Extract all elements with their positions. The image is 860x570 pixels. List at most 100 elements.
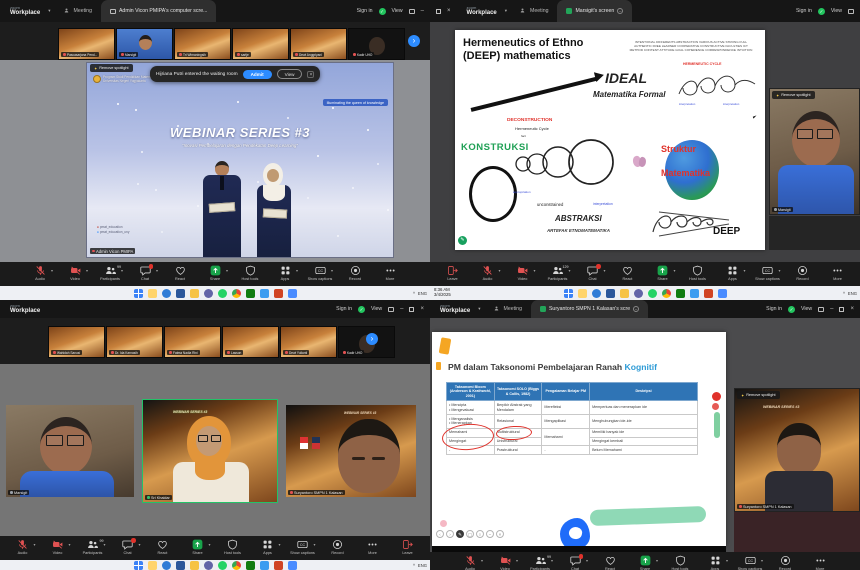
audio-button[interactable]: Audio▾ — [10, 539, 36, 555]
share-button[interactable]: Share▾ — [632, 555, 658, 570]
presentation-control-button[interactable]: − — [486, 530, 494, 538]
taskbar-clock[interactable]: 8:36 AM3/4/2025 — [434, 286, 451, 300]
chevron-up-icon[interactable]: ▾ — [331, 268, 333, 273]
participant-thumbnail[interactable]: Kadir UHO — [348, 28, 405, 60]
system-tray[interactable]: ^ENG — [413, 286, 427, 300]
whatsapp-icon[interactable] — [648, 289, 657, 298]
view-button[interactable]: View — [831, 8, 842, 14]
more-button[interactable]: More — [360, 539, 386, 555]
video-button[interactable]: Video▾ — [45, 539, 71, 555]
video-button[interactable]: Video▾ — [492, 555, 518, 570]
file-explorer-icon[interactable] — [148, 289, 157, 298]
react-button[interactable]: React — [615, 265, 641, 281]
chat-button[interactable]: Chat▾ — [115, 539, 141, 555]
chevron-up-icon[interactable]: ▾ — [481, 558, 483, 563]
chevron-up-icon[interactable]: ▾ — [673, 268, 675, 273]
chevron-up-icon[interactable]: ▾ — [33, 542, 35, 547]
presentation-control-button[interactable]: ○ — [476, 530, 484, 538]
captions-button[interactable]: CCShow captions▾ — [307, 265, 333, 281]
chevron-up-icon[interactable]: ▾ — [86, 268, 88, 273]
audio-button[interactable]: Audio▾ — [457, 555, 483, 570]
folder-icon[interactable] — [190, 289, 199, 298]
chevron-up-icon[interactable]: ▾ — [568, 268, 570, 273]
tab-shared-screen[interactable]: Admin Vicon PMIPA's computer scre... — [101, 0, 216, 22]
chevron-down-icon[interactable]: ▾ — [478, 306, 480, 312]
participant-thumbnail[interactable]: Wahidah Sanusi — [48, 326, 105, 358]
leave-button[interactable]: Leave — [395, 539, 421, 555]
zoom-app-icon[interactable] — [288, 289, 297, 298]
chevron-up-icon[interactable]: ▾ — [516, 558, 518, 563]
participants-button[interactable]: Participants▾99 — [527, 555, 553, 570]
record-button[interactable]: Record — [772, 555, 798, 570]
minimize-button[interactable]: – — [421, 8, 424, 14]
maximize-button[interactable] — [436, 9, 441, 14]
xbox-icon[interactable] — [246, 289, 255, 298]
participant-thumbnail[interactable]: Tri Wirnaningsih — [174, 28, 231, 60]
chevron-up-icon[interactable]: ▾ — [778, 268, 780, 273]
chevron-up-icon[interactable]: ▾ — [68, 542, 70, 547]
presentation-control-button[interactable]: › — [446, 530, 454, 538]
chrome-icon[interactable] — [232, 561, 241, 570]
chevron-up-icon[interactable]: ▾ — [726, 558, 728, 563]
video-button[interactable]: Video▾ — [510, 265, 536, 281]
presentation-control-button[interactable]: ▢ — [466, 530, 474, 538]
close-button[interactable]: × — [420, 306, 424, 312]
participant-thumbnail[interactable]: Lasson — [222, 326, 279, 358]
view-button[interactable]: View — [392, 8, 403, 14]
close-tab-icon[interactable]: − — [633, 306, 639, 312]
photos-icon[interactable] — [690, 289, 699, 298]
sign-in-link[interactable]: Sign in — [796, 8, 812, 14]
participant-thumbnail[interactable]: Dr. Ida Karnasih — [106, 326, 163, 358]
participants-button[interactable]: Participants▾99 — [97, 265, 123, 281]
chevron-up-icon[interactable]: ▾ — [296, 268, 298, 273]
system-tray[interactable]: ^ENG — [843, 286, 857, 300]
participants-button[interactable]: Participants▾129 — [545, 265, 571, 281]
zoom-app-icon[interactable] — [288, 561, 297, 570]
chevron-up-icon[interactable]: ▾ — [156, 268, 158, 273]
close-tab-icon[interactable]: − — [617, 8, 623, 14]
chrome-icon[interactable] — [232, 289, 241, 298]
powerpoint-icon[interactable] — [274, 561, 283, 570]
maximize-button[interactable] — [839, 307, 844, 312]
next-page-arrow-button[interactable]: › — [366, 333, 378, 345]
more-button[interactable]: More — [825, 265, 851, 281]
participants-button[interactable]: Participants▾99 — [80, 539, 106, 555]
remove-spotlight-button[interactable]: ✦ Remove spotlight — [772, 91, 815, 99]
share-button[interactable]: Share▾ — [650, 265, 676, 281]
apps-button[interactable]: Apps▾ — [702, 555, 728, 570]
view-button[interactable]: View — [801, 306, 812, 312]
xbox-icon[interactable] — [246, 561, 255, 570]
whatsapp-icon[interactable] — [218, 561, 227, 570]
chevron-up-icon[interactable]: ▾ — [226, 268, 228, 273]
record-button[interactable]: Record — [325, 539, 351, 555]
chevron-up-icon[interactable]: ▾ — [603, 268, 605, 273]
word-icon[interactable] — [176, 561, 185, 570]
start-icon[interactable] — [134, 561, 143, 570]
photos-icon[interactable] — [260, 561, 269, 570]
edge-icon[interactable] — [592, 289, 601, 298]
host-tools-button[interactable]: Host tools — [685, 265, 711, 281]
minimize-button[interactable]: – — [830, 306, 833, 312]
sign-in-link[interactable]: Sign in — [336, 306, 352, 312]
powerpoint-icon[interactable] — [274, 289, 283, 298]
teams-icon[interactable] — [204, 561, 213, 570]
tab-shared-screen[interactable]: Suryantoro SMPN 1 Kalasan's scre − — [531, 300, 648, 318]
presentation-control-button[interactable]: × — [496, 530, 504, 538]
tab-meeting[interactable]: Meeting — [55, 0, 101, 22]
participant-thumbnail[interactable]: Marsigit — [116, 28, 173, 60]
chat-button[interactable]: Chat▾ — [132, 265, 158, 281]
chevron-up-icon[interactable]: ▾ — [51, 268, 53, 273]
minimize-button[interactable]: – — [400, 306, 403, 312]
close-button[interactable]: × — [447, 8, 451, 14]
chevron-down-icon[interactable]: ▾ — [505, 8, 507, 14]
video-button[interactable]: Video▾ — [62, 265, 88, 281]
captions-button[interactable]: CCShow captions▾ — [737, 555, 763, 570]
start-icon[interactable] — [134, 289, 143, 298]
whatsapp-icon[interactable] — [218, 289, 227, 298]
powerpoint-icon[interactable] — [704, 289, 713, 298]
chrome-icon[interactable] — [662, 289, 671, 298]
file-explorer-icon[interactable] — [578, 289, 587, 298]
audio-button[interactable]: Audio▾ — [27, 265, 53, 281]
chevron-up-icon[interactable]: ▾ — [208, 542, 210, 547]
chevron-up-icon[interactable]: ▾ — [533, 268, 535, 273]
